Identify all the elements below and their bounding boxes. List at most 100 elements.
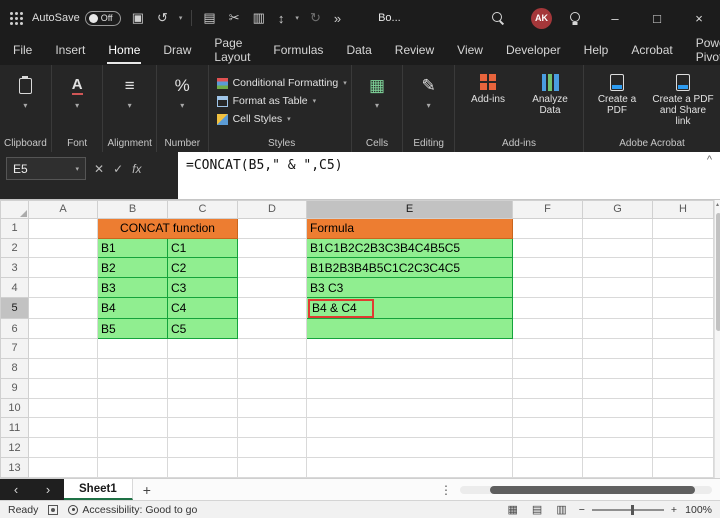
cell-E4[interactable]: B3 C3 bbox=[307, 278, 513, 298]
group-cells[interactable]: ▦ ▾ Cells bbox=[352, 65, 404, 152]
cell-D11[interactable] bbox=[238, 418, 307, 438]
cell-A4[interactable] bbox=[29, 278, 98, 298]
cell-B2[interactable]: B1 bbox=[98, 238, 168, 258]
cell-C4[interactable]: C3 bbox=[168, 278, 238, 298]
autosave-control[interactable]: AutoSave Off bbox=[32, 11, 121, 26]
cell-E13[interactable] bbox=[307, 458, 513, 478]
vertical-scrollbar-thumb[interactable] bbox=[716, 213, 720, 331]
tab-formulas[interactable]: Formulas bbox=[272, 38, 324, 64]
cell-B8[interactable] bbox=[98, 358, 168, 378]
group-clipboard[interactable]: ▾ Clipboard bbox=[0, 65, 52, 152]
row-header-13[interactable]: 13 bbox=[1, 458, 29, 478]
horizontal-scrollbar-thumb[interactable] bbox=[490, 486, 695, 494]
copy-icon[interactable]: ▤ bbox=[201, 10, 217, 26]
page-break-view-icon[interactable]: ▥ bbox=[554, 503, 568, 516]
macro-record-icon[interactable] bbox=[48, 505, 58, 515]
column-header-G[interactable]: G bbox=[583, 201, 653, 219]
cell-F2[interactable] bbox=[513, 238, 583, 258]
cell-A13[interactable] bbox=[29, 458, 98, 478]
cell-D13[interactable] bbox=[238, 458, 307, 478]
cell-G4[interactable] bbox=[583, 278, 653, 298]
cell-D9[interactable] bbox=[238, 378, 307, 398]
cell-D10[interactable] bbox=[238, 398, 307, 418]
conditional-formatting-button[interactable]: Conditional Formatting ▾ bbox=[217, 74, 347, 92]
cell-D7[interactable] bbox=[238, 338, 307, 358]
minimize-button[interactable]: – bbox=[594, 0, 636, 36]
group-number[interactable]: % ▾ Number bbox=[157, 65, 209, 152]
cell-D8[interactable] bbox=[238, 358, 307, 378]
zoom-slider-thumb[interactable] bbox=[631, 505, 634, 515]
autosave-toggle[interactable]: Off bbox=[85, 11, 121, 26]
cell-B4[interactable]: B3 bbox=[98, 278, 168, 298]
zoom-level[interactable]: 100% bbox=[684, 504, 712, 516]
cell-C10[interactable] bbox=[168, 398, 238, 418]
name-box[interactable]: E5 ▾ bbox=[6, 157, 86, 180]
cell-F12[interactable] bbox=[513, 438, 583, 458]
cell-H12[interactable] bbox=[653, 438, 714, 458]
cell-F8[interactable] bbox=[513, 358, 583, 378]
column-header-A[interactable]: A bbox=[29, 201, 98, 219]
cell-B1[interactable]: CONCAT function bbox=[98, 218, 238, 238]
cell-E5[interactable]: B4 & C4 bbox=[307, 298, 513, 319]
cell-G6[interactable] bbox=[583, 319, 653, 339]
cell-B12[interactable] bbox=[98, 438, 168, 458]
cell-D1[interactable] bbox=[238, 218, 307, 238]
cell-H13[interactable] bbox=[653, 458, 714, 478]
cell-A8[interactable] bbox=[29, 358, 98, 378]
cell-E3[interactable]: B1B2B3B4B5C1C2C3C4C5 bbox=[307, 258, 513, 278]
cell-F5[interactable] bbox=[513, 298, 583, 319]
cell-H6[interactable] bbox=[653, 319, 714, 339]
zoom-out-button[interactable]: − bbox=[579, 504, 585, 516]
row-header-8[interactable]: 8 bbox=[1, 358, 29, 378]
row-header-10[interactable]: 10 bbox=[1, 398, 29, 418]
maximize-button[interactable]: □ bbox=[636, 0, 678, 36]
cell-B7[interactable] bbox=[98, 338, 168, 358]
cell-F10[interactable] bbox=[513, 398, 583, 418]
cell-E6[interactable] bbox=[307, 319, 513, 339]
status-mode[interactable]: Ready bbox=[8, 504, 38, 516]
cell-B3[interactable]: B2 bbox=[98, 258, 168, 278]
cell-D6[interactable] bbox=[238, 319, 307, 339]
cell-F7[interactable] bbox=[513, 338, 583, 358]
tab-help[interactable]: Help bbox=[583, 38, 610, 64]
lightbulb-icon[interactable] bbox=[570, 12, 580, 22]
cell-B9[interactable] bbox=[98, 378, 168, 398]
cell-F13[interactable] bbox=[513, 458, 583, 478]
row-header-3[interactable]: 3 bbox=[1, 258, 29, 278]
format-as-table-button[interactable]: Format as Table ▾ bbox=[217, 92, 317, 110]
cancel-button[interactable]: ✕ bbox=[94, 162, 104, 176]
cell-G2[interactable] bbox=[583, 238, 653, 258]
tab-data[interactable]: Data bbox=[345, 38, 372, 64]
create-pdf-button[interactable]: Create a PDF bbox=[590, 74, 644, 127]
cell-C12[interactable] bbox=[168, 438, 238, 458]
formula-bar-collapse-icon[interactable]: ^ bbox=[707, 154, 712, 166]
analyze-data-button[interactable]: Analyze Data bbox=[523, 74, 577, 116]
add-sheet-button[interactable]: + bbox=[133, 482, 161, 498]
search-icon[interactable] bbox=[492, 12, 505, 25]
toolbar-overflow-icon[interactable]: » bbox=[332, 11, 343, 26]
tab-draw[interactable]: Draw bbox=[162, 38, 192, 64]
cell-A10[interactable] bbox=[29, 398, 98, 418]
tab-view[interactable]: View bbox=[456, 38, 484, 64]
cell-H7[interactable] bbox=[653, 338, 714, 358]
cell-G1[interactable] bbox=[583, 218, 653, 238]
enter-button[interactable]: ✓ bbox=[113, 162, 123, 176]
cell-E8[interactable] bbox=[307, 358, 513, 378]
page-layout-view-icon[interactable]: ▤ bbox=[530, 503, 544, 516]
cell-C3[interactable]: C2 bbox=[168, 258, 238, 278]
cell-E1[interactable]: Formula bbox=[307, 218, 513, 238]
cell-F9[interactable] bbox=[513, 378, 583, 398]
cell-H9[interactable] bbox=[653, 378, 714, 398]
cell-A9[interactable] bbox=[29, 378, 98, 398]
cell-F6[interactable] bbox=[513, 319, 583, 339]
redo-icon[interactable]: ↻ bbox=[308, 10, 323, 26]
cell-D12[interactable] bbox=[238, 438, 307, 458]
sort-dropdown-icon[interactable]: ▾ bbox=[295, 14, 299, 22]
cell-H11[interactable] bbox=[653, 418, 714, 438]
tab-file[interactable]: File bbox=[12, 38, 33, 64]
cell-H2[interactable] bbox=[653, 238, 714, 258]
tab-overflow-icon[interactable]: ⋮ bbox=[432, 483, 460, 497]
cell-D3[interactable] bbox=[238, 258, 307, 278]
row-header-12[interactable]: 12 bbox=[1, 438, 29, 458]
column-header-E[interactable]: E bbox=[307, 201, 513, 219]
